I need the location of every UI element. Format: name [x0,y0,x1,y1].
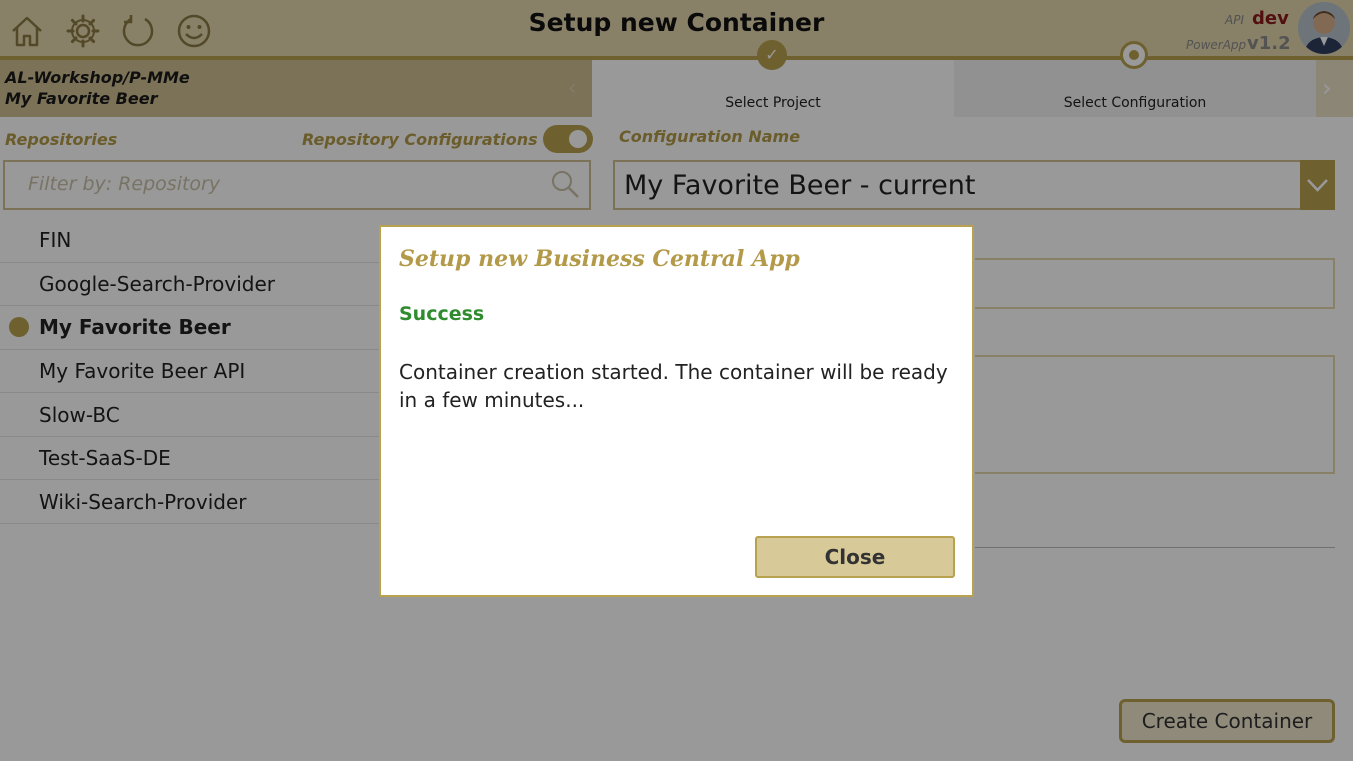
dialog-status: Success [399,303,485,325]
dialog-message: Container creation started. The containe… [399,360,948,412]
close-button[interactable]: Close [755,536,955,578]
dialog-title: Setup new Business Central App [399,246,800,272]
